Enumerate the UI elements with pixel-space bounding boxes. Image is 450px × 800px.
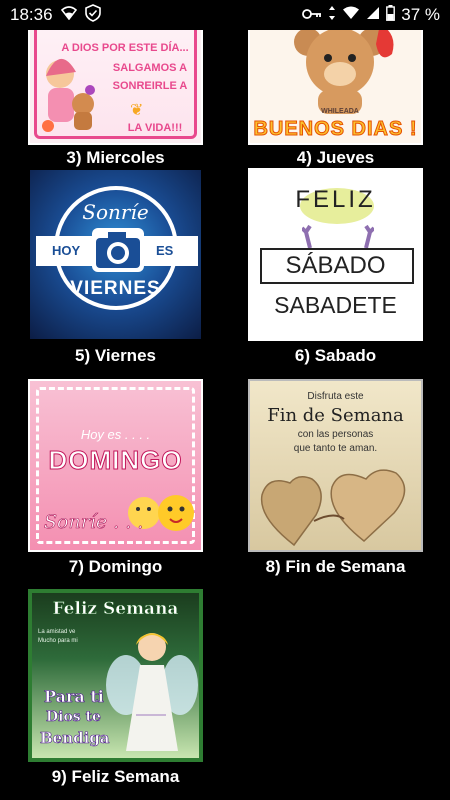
feliz-para-ti: Para ti xyxy=(44,687,104,707)
viernes-es: ES xyxy=(156,243,174,258)
wooden-hearts-image xyxy=(254,461,420,550)
fairy-image xyxy=(106,625,198,758)
jueves-greeting: BUENOS DIAS ! xyxy=(253,118,418,141)
card-miercoles[interactable]: A DIOS POR ESTE DÍA... SALGAMOS A SONREI… xyxy=(28,30,203,167)
thumb-miercoles[interactable]: A DIOS POR ESTE DÍA... SALGAMOS A SONREI… xyxy=(28,30,203,145)
jueves-brand: WHILEADA xyxy=(321,108,359,115)
viernes-sonrie: Sonríe xyxy=(82,200,149,224)
feliz-semana-title: Feliz Semana xyxy=(52,599,179,620)
caption-feliz-semana[interactable]: 9) Feliz Semana xyxy=(28,767,203,787)
teddy-bear-image xyxy=(280,30,400,114)
fin-line-4: que tanto te aman. xyxy=(293,443,378,454)
caption-domingo[interactable]: 7) Domingo xyxy=(28,557,203,577)
caption-sabado[interactable]: 6) Sabado xyxy=(248,346,423,366)
domingo-sonrie: Sonríe . . . xyxy=(44,511,144,534)
battery-percent: 37 % xyxy=(401,5,440,24)
wifi-icon xyxy=(60,5,77,25)
feliz-bendiga: Bendiga xyxy=(40,729,110,748)
fin-disfruta: Disfruta este xyxy=(307,391,364,402)
thumb-feliz-semana[interactable]: Feliz Semana La amistad ve Mucho para mi… xyxy=(28,589,203,762)
feliz-small-2: Mucho para mi xyxy=(38,638,78,644)
key-icon xyxy=(302,5,322,25)
card-fin-de-semana[interactable]: Disfruta este Fin de Semana con las pers… xyxy=(248,379,423,579)
domingo-hoy: Hoy es . . . . xyxy=(80,427,151,442)
feliz-dios-te: Dios te xyxy=(46,709,102,726)
thumb-domingo[interactable]: Hoy es . . . . DOMINGO Sonríe . . . xyxy=(28,379,203,552)
caption-miercoles[interactable]: 3) Miercoles xyxy=(28,148,203,168)
thumb-jueves[interactable]: WHILEADA BUENOS DIAS ! xyxy=(248,30,423,145)
status-bar: 18:36 37 % xyxy=(0,0,450,30)
data-arrows-icon xyxy=(328,5,336,26)
butterfly-icon: ❦ xyxy=(130,102,144,119)
card-feliz-semana[interactable]: Feliz Semana La amistad ve Mucho para mi… xyxy=(28,589,203,789)
fin-title: Fin de Semana xyxy=(267,405,404,426)
miercoles-text-4: LA VIDA!!! xyxy=(127,122,183,134)
sabado-day: SÁBADO xyxy=(285,252,386,279)
image-grid: A DIOS POR ESTE DÍA... SALGAMOS A SONREI… xyxy=(0,30,450,800)
card-jueves[interactable]: WHILEADA BUENOS DIAS ! 4) Jueves xyxy=(248,30,423,167)
caption-fin-de-semana[interactable]: 8) Fin de Semana xyxy=(248,557,423,577)
sabado-feliz: FELIZ xyxy=(295,186,376,213)
wifi-signal-icon xyxy=(342,5,360,25)
domingo-day: DOMINGO xyxy=(48,445,183,476)
card-domingo[interactable]: Hoy es . . . . DOMINGO Sonríe . . . 7) D… xyxy=(28,379,203,579)
thumb-fin-de-semana[interactable]: Disfruta este Fin de Semana con las pers… xyxy=(248,379,423,552)
sabado-sabadete: SABADETE xyxy=(274,292,397,318)
viernes-hoy: HOY xyxy=(52,243,81,258)
caption-viernes[interactable]: 5) Viernes xyxy=(28,346,203,366)
battery-icon xyxy=(386,4,396,26)
miercoles-text-1: A DIOS POR ESTE DÍA... xyxy=(61,42,189,54)
shield-check-icon xyxy=(84,3,101,27)
caption-jueves[interactable]: 4) Jueves xyxy=(248,148,423,168)
miercoles-text-2: SALGAMOS A xyxy=(112,62,188,74)
thumb-sabado[interactable]: FELIZ SÁBADO SABADETE xyxy=(248,168,423,341)
card-sabado[interactable]: FELIZ SÁBADO SABADETE 6) Sabado xyxy=(248,168,423,370)
thumb-viernes[interactable]: Sonríe HOY ES VIERNES xyxy=(28,168,203,341)
viernes-day: VIERNES xyxy=(70,278,161,299)
card-viernes[interactable]: Sonríe HOY ES VIERNES 5) Viernes xyxy=(28,168,203,370)
miercoles-text-3: SONREIRLE A xyxy=(112,80,188,92)
camera-icon xyxy=(92,228,144,272)
clock: 18:36 xyxy=(10,5,53,24)
feliz-small-1: La amistad ve xyxy=(38,629,76,635)
cell-signal-icon xyxy=(366,5,380,25)
fin-line-3: con las personas xyxy=(297,429,374,440)
